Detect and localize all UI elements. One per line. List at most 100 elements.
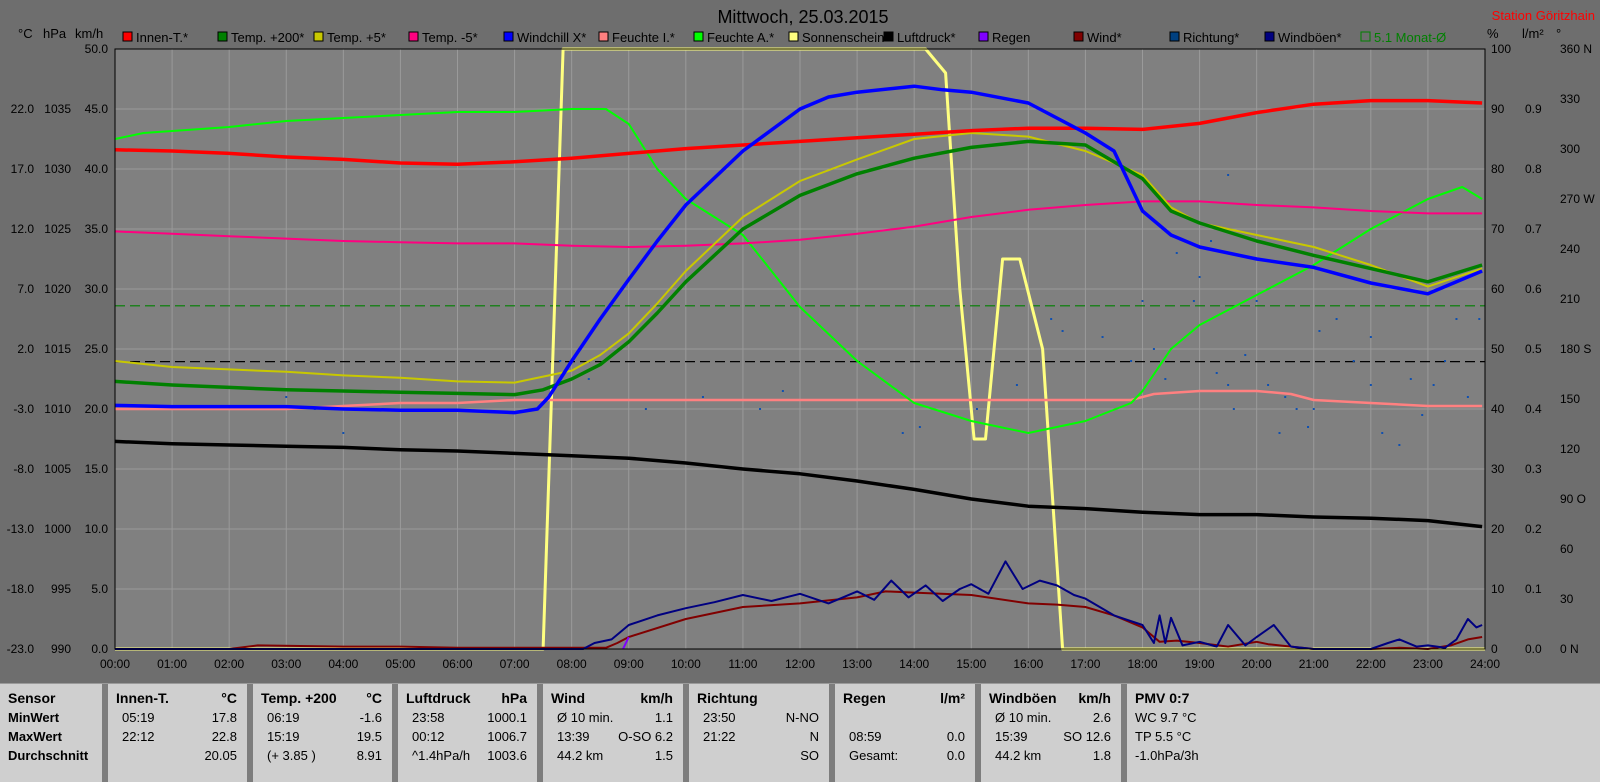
wind-row-label: 13:39 [557,729,590,744]
x-tick-label: 05:00 [385,657,415,671]
direction-point [1164,378,1167,380]
pmv-row-text: -1.0hPa/3h [1135,748,1199,763]
temp200-row-value: -1.6 [359,710,382,725]
legend-swatch [883,31,894,42]
innen-row-value: 17.8 [211,710,237,725]
wind-row-value: 1.1 [654,710,673,725]
y-tick-percent: 90 [1491,102,1505,116]
direction-point [1015,384,1018,386]
x-tick-label: 19:00 [1185,657,1215,671]
x-tick-label: 18:00 [1127,657,1157,671]
direction-point [1278,432,1281,434]
boeen-row-label: 44.2 km [995,748,1042,763]
y-tick-hpa: 1030 [44,162,71,176]
y-tick-celsius: -13.0 [7,522,35,536]
direction-point [759,408,762,410]
boeen-row-value: 1.8 [1092,748,1111,763]
y-tick-direction: 150 [1560,392,1580,406]
direction-point [1409,378,1412,380]
x-tick-label: 15:00 [956,657,986,671]
y-tick-rain: 0.5 [1525,342,1542,356]
legend-swatch [598,31,609,42]
wind-row-value: O-SO 6.2 [618,729,673,744]
y-tick-hpa: 990 [51,642,71,656]
y-tick-hpa: 995 [51,582,71,596]
sensor-row-min: MinWert [8,710,60,725]
direction-point [1455,318,1458,320]
regen-unit: l/m² [940,690,965,706]
legend-label: Windchill X* [517,30,586,45]
direction-point [1352,360,1355,362]
x-tick-label: 24:00 [1470,657,1500,671]
pmv-column: PMV 0:7 WC 9.7 °C TP 5.5 °C -1.0hPa/3h [1127,684,1267,782]
direction-point [1141,300,1144,302]
x-tick-label: 04:00 [328,657,358,671]
temp200-unit: °C [366,690,382,706]
regen-row-value: 0.0 [946,729,965,744]
y-tick-rain: 0.8 [1525,162,1542,176]
direction-point [1335,318,1338,320]
x-tick-label: 20:00 [1242,657,1272,671]
weather-chart: Mittwoch, 25.03.2015 Station Göritzhain … [0,0,1600,683]
y-tick-percent: 0 [1491,642,1498,656]
y-tick-kmh: 50.0 [85,42,109,56]
temp200-row-value: 8.91 [356,748,382,763]
luftdruck-row-label: ^1.4hPa/h [412,748,471,763]
sensor-row-avg: Durchschnitt [8,748,89,763]
temp200-column: Temp. +200 °C 06:19 -1.6 15:19 19.5 (+ 3.85 ) 8… [253,684,398,782]
y-tick-rain: 0.3 [1525,462,1542,476]
direction-point [1227,174,1230,176]
y-tick-percent: 80 [1491,162,1505,176]
y-tick-kmh: 45.0 [85,102,109,116]
y-tick-direction: 300 [1560,142,1580,156]
y-tick-kmh: 25.0 [85,342,109,356]
wind-row-label: Ø 10 min. [557,710,614,725]
statistics-table: Sensor MinWert MaxWert Durchschnitt Inne… [0,683,1600,782]
direction-point [1192,300,1195,302]
richtung-row-value: SO [800,748,819,763]
legend-swatch [503,31,514,42]
direction-point [1232,408,1235,410]
luftdruck-header: Luftdruck [406,690,471,706]
legend-swatch [313,31,324,42]
y-tick-rain: 0.2 [1525,522,1542,536]
direction-point [901,432,904,434]
legend-label: Wind* [1087,30,1122,45]
chart-title: Mittwoch, 25.03.2015 [717,7,888,27]
innen-header: Innen-T. [116,690,169,706]
richtung-row-value: N-NO [785,710,819,725]
y-tick-kmh: 15.0 [85,462,109,476]
boeen-header: Windböen [989,690,1057,706]
legend-swatch [1169,31,1180,42]
x-tick-label: 01:00 [157,657,187,671]
direction-point [1101,336,1104,338]
y-tick-direction: 90 O [1560,492,1586,506]
direction-point [1284,396,1287,398]
legend-swatch [978,31,989,42]
legend-label: Temp. +200* [231,30,304,45]
temp200-row-label: 15:19 [267,729,300,744]
y-tick-direction: 360 N [1560,42,1592,56]
legend-label: Richtung* [1183,30,1239,45]
y-tick-kmh: 0.0 [91,642,108,656]
direction-point [559,360,562,362]
y-tick-hpa: 1035 [44,102,71,116]
unit-direction: ° [1556,26,1561,41]
direction-point [1295,408,1298,410]
regen-header: Regen [843,690,886,706]
sensor-row-max: MaxWert [8,729,62,744]
direction-point [1318,330,1321,332]
y-tick-rain: 0.1 [1525,582,1542,596]
direction-point [1061,330,1064,332]
luftdruck-row-label: 00:12 [412,729,445,744]
luftdruck-row-value: 1003.6 [487,748,527,763]
direction-point [1312,408,1315,410]
direction-point [1215,372,1218,374]
direction-point [1267,384,1270,386]
y-tick-celsius: -8.0 [13,462,34,476]
direction-point [644,408,647,410]
y-tick-rain: 0.7 [1525,222,1542,236]
y-tick-kmh: 30.0 [85,282,109,296]
richtung-row-label: 23:50 [703,710,736,725]
direction-point [1244,354,1247,356]
